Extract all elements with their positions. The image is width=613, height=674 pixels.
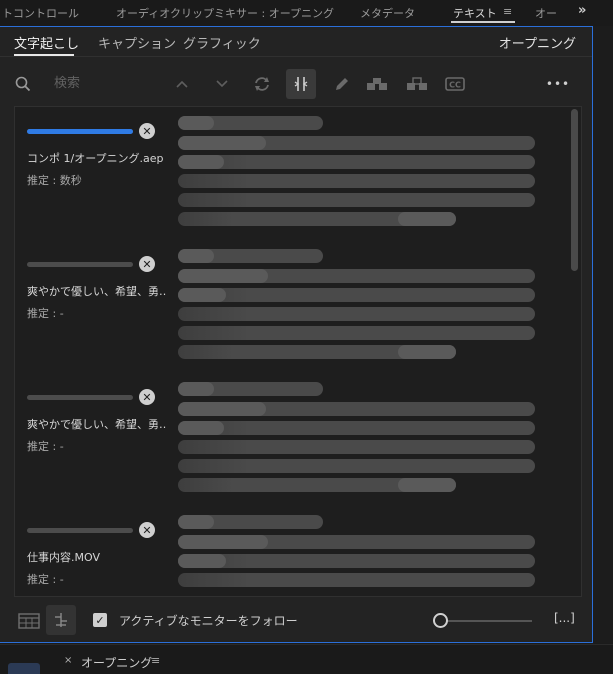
more-icon[interactable]: ••• xyxy=(543,69,573,99)
panel-icon[interactable] xyxy=(8,663,40,674)
tab-audio-clip-mixer[interactable]: オーディオクリップミキサー : オープニング xyxy=(116,5,334,21)
pencil-icon[interactable] xyxy=(327,69,357,99)
clip-estimate: 推定 : - xyxy=(27,573,64,586)
follow-monitor-checkbox[interactable]: ✓ xyxy=(93,613,107,627)
panel-tab-strip: トコントロール オーディオクリップミキサー : オープニング メタデータ テキス… xyxy=(0,0,613,26)
follow-monitor-label: アクティブなモニターをフォロー xyxy=(119,614,298,628)
tab-overflow-icon[interactable]: » xyxy=(578,3,586,18)
cc-icon[interactable]: CC xyxy=(440,69,470,99)
search-input[interactable] xyxy=(54,71,154,95)
tab-text[interactable]: テキスト xyxy=(453,5,497,21)
clip-filename: コンポ 1/オープニング.aep xyxy=(27,152,164,165)
list-item: ✕ 爽やかで優しい、希望、勇… 推定 : - xyxy=(15,373,570,506)
more-options-button[interactable]: [...] xyxy=(554,611,575,625)
clip-filename: 仕事内容.MOV xyxy=(27,551,100,564)
list-item: ✕ 仕事内容.MOV 推定 : - xyxy=(15,506,570,596)
subtab-underline xyxy=(14,54,74,56)
close-icon[interactable]: ✕ xyxy=(139,256,155,272)
zoom-slider-handle[interactable] xyxy=(433,613,448,628)
sequence-name: オープニング xyxy=(498,37,576,52)
chevron-up-icon[interactable] xyxy=(167,69,197,99)
tab-menu-icon[interactable]: ≡ xyxy=(151,654,160,667)
split-icon[interactable] xyxy=(286,69,316,99)
refresh-icon[interactable] xyxy=(247,69,277,99)
active-tab-underline xyxy=(451,21,515,23)
text-panel-subtabs: 文字起こし キャプション グラフィック オープニング xyxy=(0,27,592,57)
tree-view-icon[interactable] xyxy=(46,605,76,635)
svg-text:CC: CC xyxy=(449,81,461,90)
bottom-panel-strip: × オープニング ≡ xyxy=(0,644,613,674)
tab-captions[interactable]: キャプション xyxy=(98,33,176,52)
clip-estimate: 推定 : 数秒 xyxy=(27,174,82,187)
clip-filename: 爽やかで優しい、希望、勇… xyxy=(27,418,167,431)
progress-bar xyxy=(27,129,133,134)
chevron-down-icon[interactable] xyxy=(207,69,237,99)
zoom-slider-track[interactable] xyxy=(440,620,532,622)
clip-estimate: 推定 : - xyxy=(27,307,64,320)
transcript-toolbar: CC ••• xyxy=(0,61,592,105)
search-icon[interactable] xyxy=(8,69,38,99)
tab-menu-icon[interactable]: ≡ xyxy=(503,5,512,18)
tab-transcript[interactable]: 文字起こし xyxy=(14,33,79,52)
transcript-list: ✕ コンポ 1/オープニング.aep 推定 : 数秒 ✕ 爽やかで優しい、希望、… xyxy=(14,106,582,597)
list-item: ✕ 爽やかで優しい、希望、勇… 推定 : - xyxy=(15,240,570,373)
tab-sequence[interactable]: オープニング xyxy=(81,654,152,671)
close-tab-icon[interactable]: × xyxy=(64,655,72,666)
text-panel: 文字起こし キャプション グラフィック オープニング 検索 CC ••• ✕ コ… xyxy=(0,26,593,643)
progress-bar xyxy=(27,262,133,267)
speaker-split-icon[interactable] xyxy=(402,69,432,99)
tab-effect-controls[interactable]: トコントロール xyxy=(2,5,79,21)
tab-graphics[interactable]: グラフィック xyxy=(183,33,261,52)
calendar-grid-icon[interactable] xyxy=(14,605,44,635)
scrollbar[interactable] xyxy=(571,109,578,271)
clip-filename: 爽やかで優しい、希望、勇… xyxy=(27,285,167,298)
close-icon[interactable]: ✕ xyxy=(139,522,155,538)
tab-metadata[interactable]: メタデータ xyxy=(360,5,415,21)
close-icon[interactable]: ✕ xyxy=(139,123,155,139)
tab-truncated[interactable]: オー xyxy=(535,5,557,21)
progress-fill xyxy=(27,129,133,134)
side-rail xyxy=(593,26,613,643)
list-item: ✕ コンポ 1/オープニング.aep 推定 : 数秒 xyxy=(15,107,570,240)
panel-footer: ✓ アクティブなモニターをフォロー [...] xyxy=(0,597,592,643)
progress-bar xyxy=(27,395,133,400)
clip-estimate: 推定 : - xyxy=(27,440,64,453)
progress-bar xyxy=(27,528,133,533)
close-icon[interactable]: ✕ xyxy=(139,389,155,405)
speaker-merge-icon[interactable] xyxy=(362,69,392,99)
